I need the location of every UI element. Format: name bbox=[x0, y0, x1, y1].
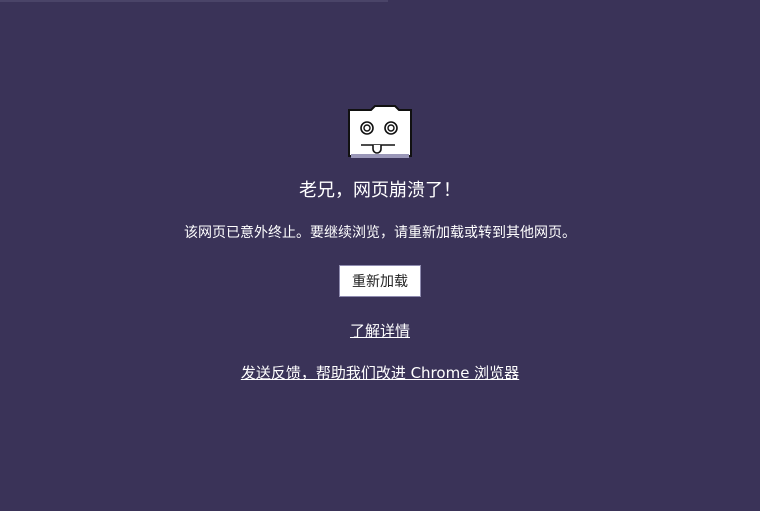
learn-more-container: 了解详情 bbox=[0, 319, 760, 343]
sad-tab-icon bbox=[348, 105, 412, 158]
page-title: 老兄，网页崩溃了！ bbox=[299, 180, 461, 201]
learn-more-link[interactable]: 了解详情 bbox=[350, 322, 410, 340]
top-strip bbox=[0, 0, 388, 2]
feedback-container: 发送反馈，帮助我们改进 Chrome 浏览器 bbox=[0, 361, 760, 385]
reload-button[interactable]: 重新加载 bbox=[339, 265, 421, 297]
crash-page: 老兄，网页崩溃了！ 该网页已意外终止。要继续浏览，请重新加载或转到其他网页。 重… bbox=[0, 0, 760, 511]
feedback-link[interactable]: 发送反馈，帮助我们改进 Chrome 浏览器 bbox=[241, 364, 519, 382]
error-message: 该网页已意外终止。要继续浏览，请重新加载或转到其他网页。 bbox=[184, 225, 576, 241]
